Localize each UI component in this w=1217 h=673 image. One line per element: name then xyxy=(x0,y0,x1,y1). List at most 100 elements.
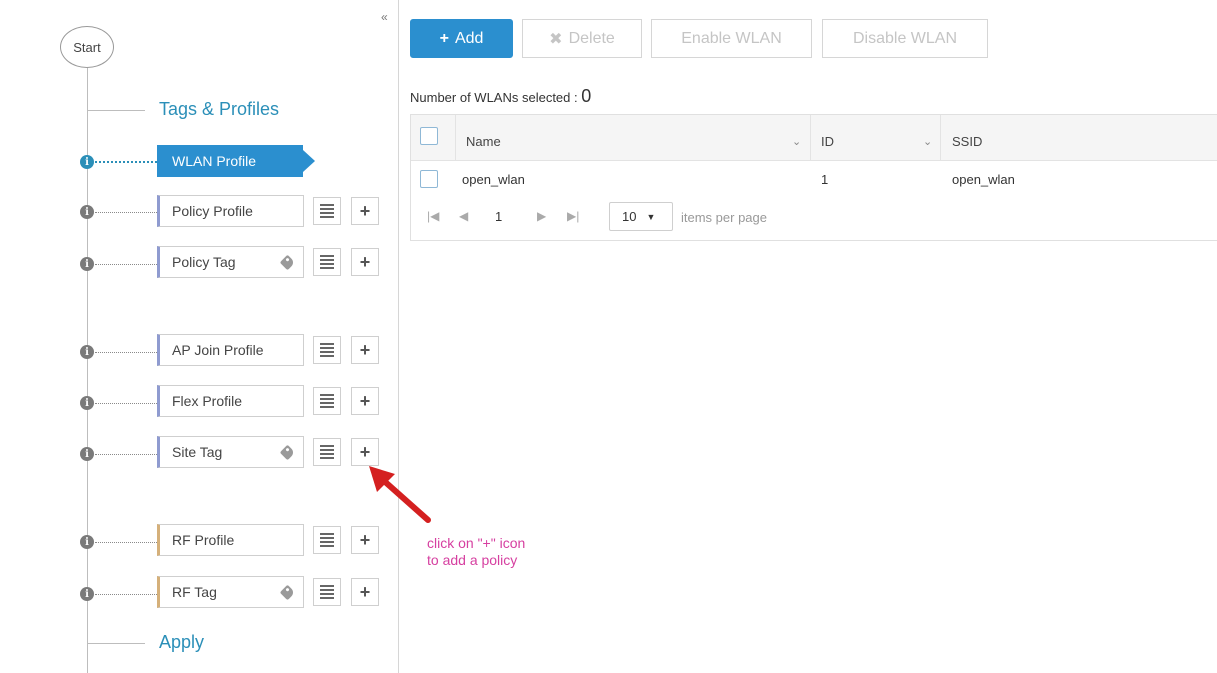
step-connector xyxy=(95,403,157,404)
list-icon xyxy=(320,394,334,408)
plus-icon: + xyxy=(359,391,371,411)
chevron-down-icon[interactable]: ⌄ xyxy=(923,135,932,148)
page-size-select[interactable]: 10 ▼ xyxy=(609,202,673,231)
step-connector xyxy=(95,454,157,455)
close-icon: ✖ xyxy=(549,30,563,48)
step-policy-profile[interactable]: Policy Profile xyxy=(157,195,304,227)
cell-id: 1 xyxy=(821,172,829,187)
info-icon[interactable]: i xyxy=(80,257,94,271)
step-flex-profile[interactable]: Flex Profile xyxy=(157,385,304,417)
section-connector xyxy=(87,110,145,111)
step-label: WLAN Profile xyxy=(172,153,257,169)
prev-page-icon[interactable]: ◀ xyxy=(459,209,468,223)
step-connector xyxy=(95,594,157,595)
step-label: AP Join Profile xyxy=(172,342,264,358)
arrow-shaft xyxy=(380,477,431,523)
step-rf-profile[interactable]: RF Profile xyxy=(157,524,304,556)
column-divider xyxy=(940,115,941,161)
list-icon xyxy=(320,343,334,357)
enable-wlan-button[interactable]: Enable WLAN xyxy=(651,19,812,58)
step-wlan-profile[interactable]: WLAN Profile xyxy=(157,145,303,177)
add-button-label: Add xyxy=(454,29,484,47)
plus-icon: + xyxy=(359,442,371,462)
selected-count-label: Number of WLANs selected : xyxy=(410,90,578,105)
column-header-id[interactable]: ID xyxy=(821,134,834,149)
list-button[interactable] xyxy=(313,438,341,466)
active-step-arrow xyxy=(303,150,315,172)
delete-button[interactable]: ✖ Delete xyxy=(522,19,642,58)
add-button[interactable]: + Add xyxy=(410,19,513,58)
select-all-checkbox[interactable] xyxy=(420,127,438,145)
last-page-icon[interactable]: ▶| xyxy=(567,209,579,223)
list-button[interactable] xyxy=(313,578,341,606)
step-connector xyxy=(95,352,157,353)
page-size-value: 10 xyxy=(622,209,637,224)
add-rf-tag-button[interactable]: + xyxy=(351,578,379,606)
step-ap-join-profile[interactable]: AP Join Profile xyxy=(157,334,304,366)
collapse-icon[interactable]: « xyxy=(381,10,388,24)
step-connector xyxy=(95,212,157,213)
list-button[interactable] xyxy=(313,336,341,364)
table-header: Name ⌄ ID ⌄ SSID xyxy=(411,115,1217,161)
plus-icon: + xyxy=(359,201,371,221)
enable-wlan-label: Enable WLAN xyxy=(681,29,782,47)
add-policy-profile-button[interactable]: + xyxy=(351,197,379,225)
row-checkbox[interactable] xyxy=(420,170,438,188)
info-icon[interactable]: i xyxy=(80,396,94,410)
tag-icon xyxy=(279,444,296,461)
step-site-tag[interactable]: Site Tag xyxy=(157,436,304,468)
info-icon[interactable]: i xyxy=(80,535,94,549)
list-button[interactable] xyxy=(313,248,341,276)
plus-icon: + xyxy=(359,582,371,602)
first-page-icon[interactable]: |◀ xyxy=(427,209,439,223)
start-label: Start xyxy=(73,39,101,55)
add-ap-join-profile-button[interactable]: + xyxy=(351,336,379,364)
list-button[interactable] xyxy=(313,526,341,554)
section-tags-profiles: Tags & Profiles xyxy=(159,99,280,119)
step-label: Flex Profile xyxy=(172,393,243,409)
annotation-line-1: click on "+" icon xyxy=(427,535,526,551)
info-icon[interactable]: i xyxy=(80,447,94,461)
wlan-table: Name ⌄ ID ⌄ SSID open_wlan 1 open_wlan |… xyxy=(410,114,1217,241)
info-icon[interactable]: i xyxy=(80,205,94,219)
column-header-name[interactable]: Name xyxy=(466,134,501,149)
info-icon[interactable]: i xyxy=(80,155,94,169)
list-button[interactable] xyxy=(313,387,341,415)
tag-icon xyxy=(279,584,296,601)
plus-icon: + xyxy=(359,340,371,360)
info-icon[interactable]: i xyxy=(80,587,94,601)
add-policy-tag-button[interactable]: + xyxy=(351,248,379,276)
section-apply: Apply xyxy=(159,632,205,652)
list-icon xyxy=(320,255,334,269)
step-label: RF Profile xyxy=(172,532,235,548)
column-divider xyxy=(810,115,811,161)
annotation-line-2: to add a policy xyxy=(427,552,518,568)
start-node: Start xyxy=(60,26,114,68)
disable-wlan-label: Disable WLAN xyxy=(852,29,958,47)
disable-wlan-button[interactable]: Disable WLAN xyxy=(822,19,988,58)
add-rf-profile-button[interactable]: + xyxy=(351,526,379,554)
column-header-ssid[interactable]: SSID xyxy=(952,134,982,149)
items-per-page-label: items per page xyxy=(681,210,767,225)
plus-icon: + xyxy=(439,29,449,47)
list-icon xyxy=(320,533,334,547)
step-label: Policy Profile xyxy=(172,203,253,219)
step-policy-tag[interactable]: Policy Tag xyxy=(157,246,304,278)
step-connector xyxy=(95,161,157,163)
next-page-icon[interactable]: ▶ xyxy=(537,209,546,223)
cell-ssid: open_wlan xyxy=(952,172,1015,187)
add-flex-profile-button[interactable]: + xyxy=(351,387,379,415)
list-icon xyxy=(320,204,334,218)
step-label: Site Tag xyxy=(172,444,223,460)
step-label: Policy Tag xyxy=(172,254,236,270)
selected-count: Number of WLANs selected : 0 xyxy=(410,86,591,107)
step-rf-tag[interactable]: RF Tag xyxy=(157,576,304,608)
step-connector xyxy=(95,264,157,265)
list-button[interactable] xyxy=(313,197,341,225)
plus-icon: + xyxy=(359,252,371,272)
delete-button-label: Delete xyxy=(568,29,615,47)
info-icon[interactable]: i xyxy=(80,345,94,359)
chevron-down-icon[interactable]: ⌄ xyxy=(792,135,801,148)
column-divider xyxy=(455,115,456,161)
current-page[interactable]: 1 xyxy=(495,209,502,224)
